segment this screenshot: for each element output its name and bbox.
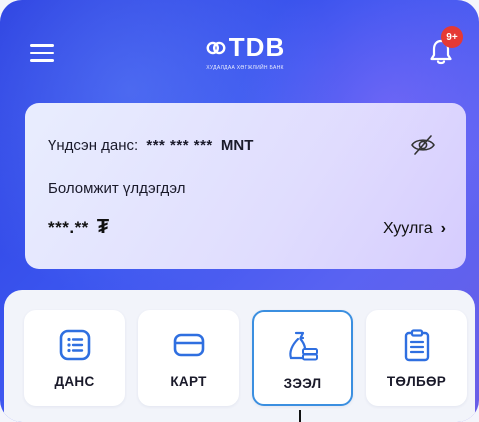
tugrik-symbol: ₮: [96, 216, 110, 238]
account-currency: MNT: [220, 137, 254, 154]
available-balance-amount: ***.** ₮: [48, 216, 110, 239]
clipboard-icon: [404, 329, 429, 362]
app-screen: TDB ХУДАЛДАА ХӨГЖЛИЙН БАНК 9+ Үндсэн дан…: [0, 0, 479, 422]
balance-card: Үндсэн данс: *** *** *** MNT Боломжит үл…: [25, 103, 466, 269]
account-number-masked: *** *** ***: [146, 137, 213, 154]
action-accounts-label: ДАНС: [54, 374, 95, 389]
notification-badge: 9+: [441, 26, 463, 48]
tap-indicator: [299, 410, 301, 422]
tdb-logo-mark-icon: [206, 41, 226, 54]
eye-hidden-icon[interactable]: [410, 133, 436, 157]
bank-logo: TDB ХУДАЛДАА ХӨГЖЛИЙН БАНК: [195, 32, 295, 88]
action-cards-label: КАРТ: [170, 374, 207, 389]
card-icon: [173, 333, 204, 357]
logo-text: TDB: [228, 32, 286, 62]
account-label: Үндсэн данс:: [48, 137, 139, 154]
action-cards-button[interactable]: КАРТ: [138, 310, 239, 406]
action-loans-label: ЗЭЭЛ: [283, 376, 322, 391]
available-balance-label: Боломжит үлдэгдэл: [48, 180, 186, 197]
action-accounts-button[interactable]: ДАНС: [24, 310, 125, 406]
chevron-right-icon: ›: [440, 220, 446, 237]
top-bar: TDB ХУДАЛДАА ХӨГЖЛИЙН БАНК 9+: [0, 0, 479, 100]
quick-actions-panel: ДАНС КАРТ ЗЭЭЛ ТӨЛБӨР: [4, 290, 475, 422]
statement-label: Хуулга: [382, 220, 433, 237]
loan-bag-icon: [288, 331, 318, 361]
account-line: Үндсэн данс: *** *** *** MNT: [48, 137, 253, 154]
action-loans-button[interactable]: ЗЭЭЛ: [252, 310, 353, 406]
menu-icon[interactable]: [30, 44, 54, 62]
action-payments-label: ТӨЛБӨР: [386, 374, 447, 389]
available-balance-masked: ***.**: [48, 218, 89, 237]
statement-link[interactable]: Хуулга ›: [383, 220, 446, 238]
action-payments-button[interactable]: ТӨЛБӨР: [366, 310, 467, 406]
list-icon: [59, 329, 90, 361]
logo-subtitle: ХУДАЛДАА ХӨГЖЛИЙН БАНК: [206, 65, 284, 71]
